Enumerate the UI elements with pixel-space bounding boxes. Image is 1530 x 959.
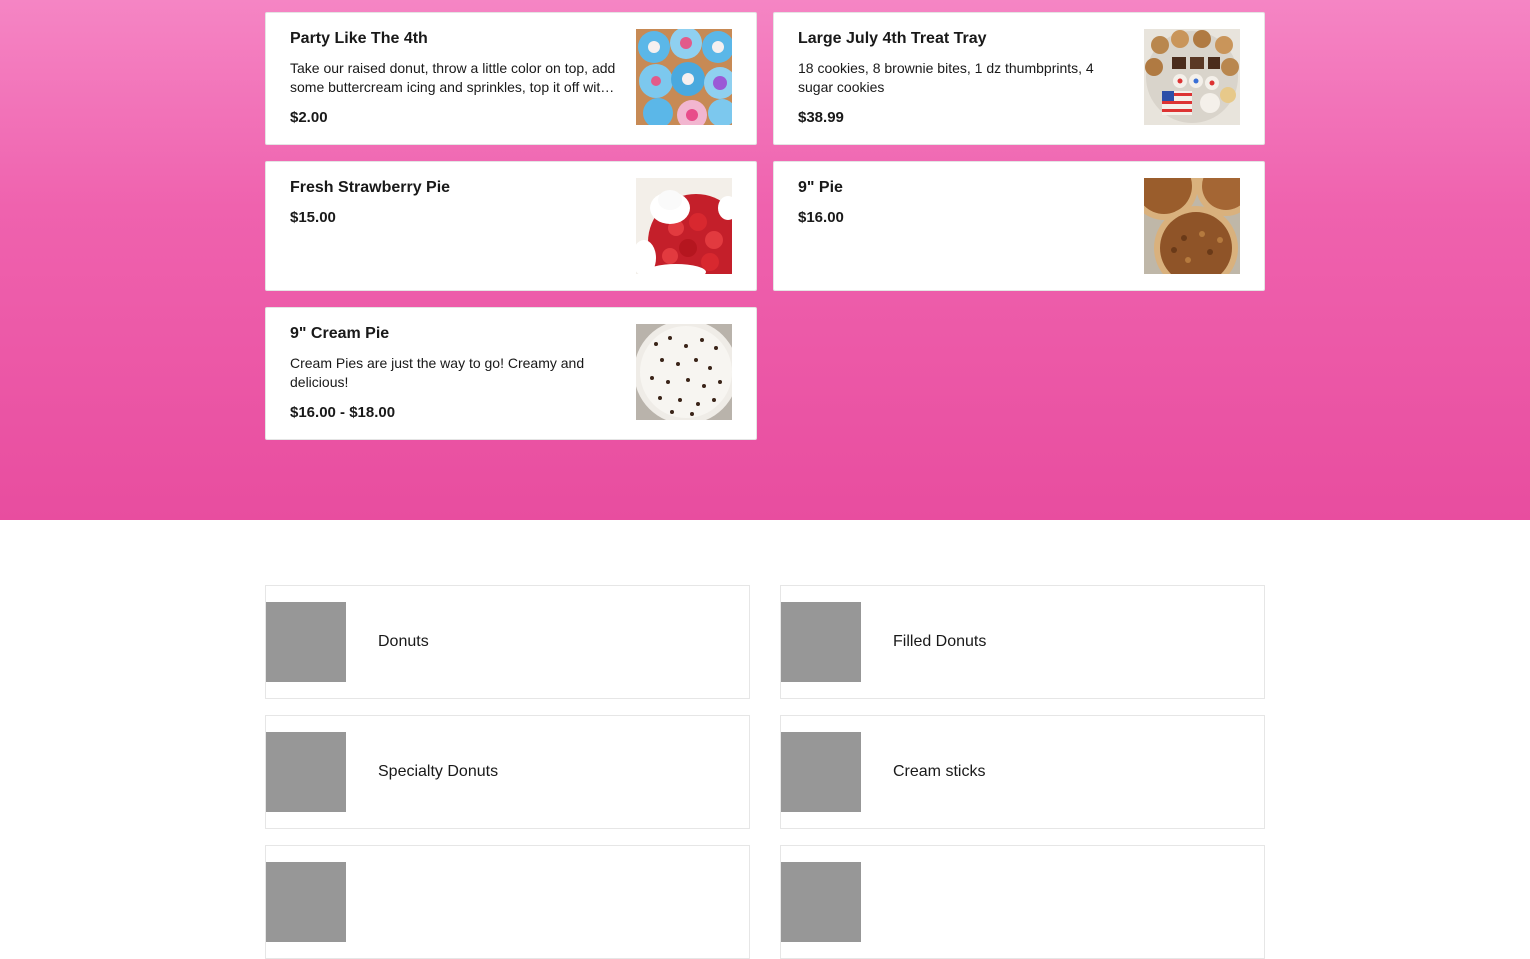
- item-name: 9" Pie: [798, 179, 843, 196]
- featured-items-section: Party Like The 4th Take our raised donut…: [0, 0, 1530, 520]
- item-name: 9" Cream Pie: [290, 325, 390, 342]
- item-price: $38.99: [798, 109, 844, 126]
- category-card[interactable]: [265, 845, 750, 959]
- category-card-filled-donuts[interactable]: Filled Donuts: [780, 585, 1265, 699]
- category-image-placeholder: [781, 732, 861, 812]
- menu-item-card[interactable]: 9" Pie $16.00: [773, 161, 1265, 291]
- pecan-pie-image: [1144, 178, 1240, 274]
- item-description: Take our raised donut, throw a little co…: [290, 60, 620, 95]
- category-image-placeholder: [266, 602, 346, 682]
- cream-pie-image: [636, 324, 732, 420]
- menu-item-card[interactable]: Fresh Strawberry Pie $15.00: [265, 161, 757, 291]
- category-card[interactable]: [780, 845, 1265, 959]
- item-price: $16.00 - $18.00: [290, 404, 396, 421]
- menu-item-card[interactable]: 9" Cream Pie Cream Pies are just the way…: [265, 307, 757, 440]
- item-name: Large July 4th Treat Tray: [798, 30, 987, 47]
- menu-item-card[interactable]: Large July 4th Treat Tray 18 cookies, 8 …: [773, 12, 1265, 145]
- cupcake-donut-image: [636, 29, 732, 125]
- category-label: Specialty Donuts: [378, 763, 499, 780]
- treat-tray-image: [1144, 29, 1240, 125]
- category-card-donuts[interactable]: Donuts: [265, 585, 750, 699]
- category-image-placeholder: [781, 602, 861, 682]
- item-price: $16.00: [798, 209, 844, 226]
- category-label: Cream sticks: [893, 763, 986, 780]
- item-price: $2.00: [290, 109, 328, 126]
- item-name: Fresh Strawberry Pie: [290, 179, 451, 196]
- category-label: Donuts: [378, 633, 429, 650]
- item-price: $15.00: [290, 209, 336, 226]
- category-card-cream-sticks[interactable]: Cream sticks: [780, 715, 1265, 829]
- menu-item-card[interactable]: Party Like The 4th Take our raised donut…: [265, 12, 757, 145]
- category-image-placeholder: [781, 862, 861, 942]
- item-name: Party Like The 4th: [290, 30, 428, 47]
- strawberry-pie-image: [636, 178, 732, 274]
- item-description: Cream Pies are just the way to go! Cream…: [290, 355, 585, 390]
- category-card-specialty-donuts[interactable]: Specialty Donuts: [265, 715, 750, 829]
- category-label: Filled Donuts: [893, 633, 987, 650]
- item-description: 18 cookies, 8 brownie bites, 1 dz thumbp…: [798, 60, 1094, 95]
- category-image-placeholder: [266, 862, 346, 942]
- category-image-placeholder: [266, 732, 346, 812]
